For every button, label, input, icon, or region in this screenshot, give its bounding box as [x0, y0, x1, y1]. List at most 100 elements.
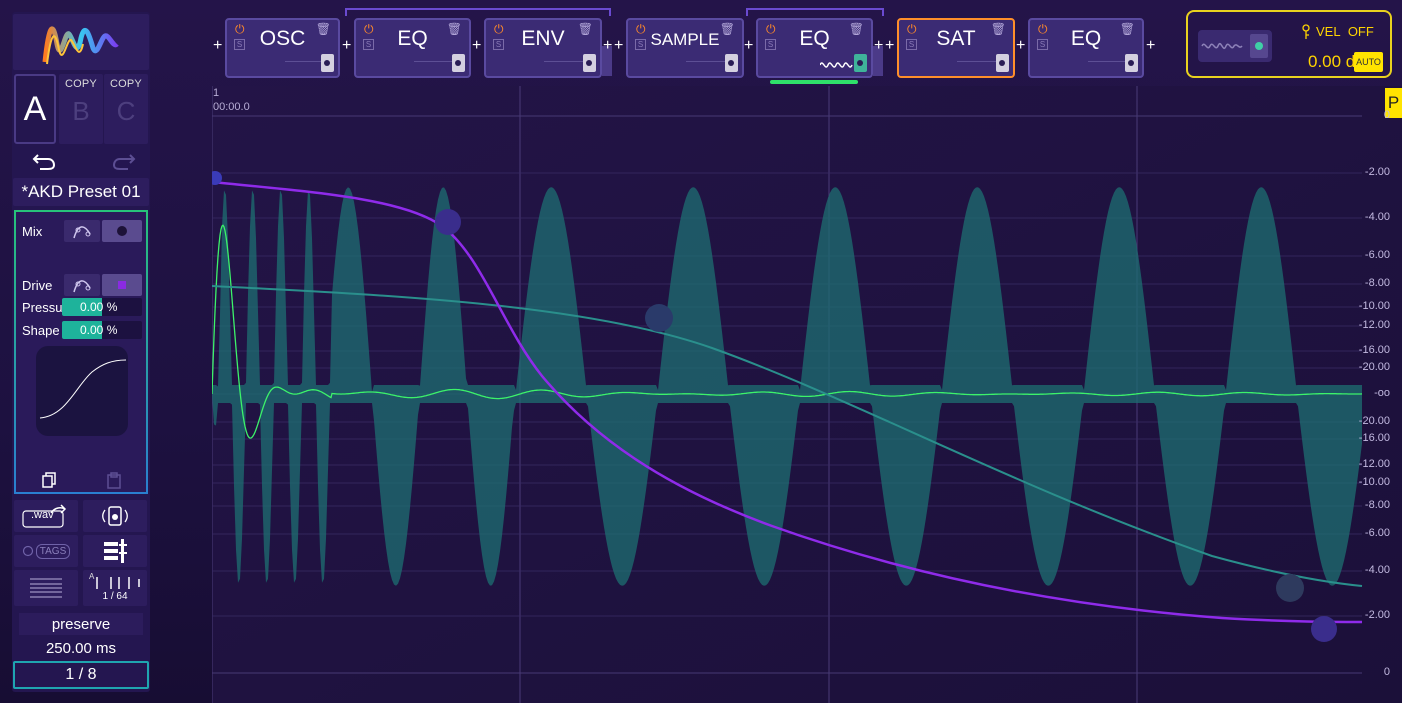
tags-label: TAGS — [35, 543, 71, 559]
waveform-icon — [820, 62, 853, 68]
modulation-curve-icon — [73, 280, 91, 293]
y-axis-tick-label: -12.00 — [1358, 458, 1390, 470]
preset-name[interactable]: *AKD Preset 01 — [13, 178, 149, 206]
mix-toggle[interactable] — [102, 220, 142, 242]
pressure-slider[interactable]: 0.00 % — [62, 298, 142, 316]
module-knob[interactable] — [583, 54, 596, 72]
add-module-button[interactable]: + — [603, 37, 612, 55]
grid-small-label: A — [89, 572, 95, 581]
drive-label: Drive — [22, 278, 53, 293]
module-knob[interactable] — [996, 54, 1009, 72]
grid-resolution-icon — [96, 576, 140, 589]
copy-icon — [41, 472, 56, 488]
module-osc[interactable]: ⏻ S OSC 🗑 — [225, 18, 340, 78]
add-module-button[interactable]: + — [213, 37, 222, 55]
y-axis-tick-label: -16.00 — [1358, 344, 1390, 356]
auto-gain-button[interactable]: AUTO — [1354, 52, 1383, 72]
page-selector[interactable]: 1 / 8 — [13, 661, 149, 689]
trash-icon[interactable]: 🗑 — [720, 22, 735, 36]
add-module-button[interactable]: + — [874, 37, 883, 55]
copy-b-label[interactable]: COPY — [65, 78, 97, 90]
shape-value: 0.00 % — [80, 323, 118, 337]
y-axis-tick-label: -4.00 — [1364, 211, 1390, 223]
plugin-window: A COPY B COPY C *AKD Preset 01 Mix Drive… — [0, 0, 1402, 703]
velocity-waveform-toggle[interactable] — [1198, 30, 1272, 62]
envelope-handle[interactable] — [1276, 574, 1304, 602]
grid-resolution-value: 1 / 64 — [102, 590, 128, 602]
trash-icon[interactable]: 🗑 — [849, 22, 864, 36]
drive-modulation-button[interactable] — [64, 274, 100, 296]
trash-icon[interactable]: 🗑 — [447, 22, 462, 36]
duration-value[interactable]: 250.00 ms — [19, 638, 143, 658]
grid-lines-icon — [30, 578, 62, 598]
envelope-handle[interactable] — [645, 304, 673, 332]
add-module-button[interactable]: + — [342, 37, 351, 55]
add-module-button[interactable]: + — [885, 37, 894, 55]
active-module-indicator — [770, 80, 858, 84]
module-eq-2[interactable]: ⏻ S EQ 🗑 — [756, 18, 873, 78]
radio-icon — [22, 545, 33, 557]
tags-button[interactable]: TAGS — [14, 535, 78, 567]
slot-c-label: C — [116, 96, 136, 126]
shape-curve-display[interactable] — [36, 346, 128, 436]
redo-icon — [112, 154, 136, 170]
module-eq-1[interactable]: ⏻ S EQ 🗑 — [354, 18, 471, 78]
copy-settings-button[interactable] — [16, 468, 81, 492]
slot-c-button[interactable]: COPY C — [104, 74, 148, 144]
module-eq-3[interactable]: ⏻ S EQ 🗑 — [1028, 18, 1144, 78]
y-axis-tick-label: -10.00 — [1358, 476, 1390, 488]
export-wav-label: .wav — [31, 509, 54, 521]
time-index: 1 — [213, 87, 220, 99]
trash-icon[interactable]: 🗑 — [1120, 22, 1135, 36]
drive-toggle-dot — [118, 281, 126, 289]
sequencer-button[interactable] — [83, 535, 147, 567]
grid-lines-button[interactable] — [14, 570, 78, 606]
add-module-button[interactable]: + — [1016, 37, 1025, 55]
y-axis-tick-label: -2.00 — [1364, 609, 1390, 621]
logo — [13, 14, 149, 70]
module-knob[interactable] — [452, 54, 465, 72]
module-knob[interactable] — [725, 54, 738, 72]
add-module-button[interactable]: + — [1146, 37, 1155, 55]
shape-slider[interactable]: 0.00 % — [62, 321, 142, 339]
velocity-label[interactable]: VEL OFF — [1316, 24, 1374, 39]
time-position: 00:00.0 — [213, 101, 250, 113]
waveform-editor[interactable] — [212, 86, 1402, 703]
add-module-button[interactable]: + — [614, 37, 623, 55]
pressure-value: 0.00 % — [80, 300, 118, 314]
y-axis-tick-label: -6.00 — [1364, 527, 1390, 539]
logo-icon — [42, 26, 119, 65]
key-icon — [1302, 24, 1310, 39]
slot-a-button[interactable]: A — [14, 74, 56, 144]
module-knob[interactable] — [1125, 54, 1138, 72]
preview-audio-button[interactable] — [83, 500, 147, 532]
module-knob[interactable] — [321, 54, 334, 72]
slot-b-button[interactable]: COPY B — [59, 74, 103, 144]
mix-toggle-dot — [117, 226, 127, 236]
module-sat[interactable]: ⏻ S SAT 🗑 — [897, 18, 1015, 78]
sequencer-icon — [104, 539, 127, 563]
copy-c-label[interactable]: COPY — [110, 78, 142, 90]
add-module-button[interactable]: + — [472, 37, 481, 55]
slot-b-label: B — [72, 96, 90, 126]
y-axis-tick-label: -2.00 — [1364, 166, 1390, 178]
module-env[interactable]: ⏻ S ENV 🗑 — [484, 18, 602, 78]
y-axis-tick-label: 0 — [1383, 109, 1390, 121]
undo-button[interactable] — [23, 148, 67, 174]
mode-selector[interactable]: preserve — [19, 613, 143, 635]
trash-icon[interactable]: 🗑 — [578, 22, 593, 36]
group-bracket — [345, 8, 611, 16]
module-knob[interactable] — [854, 54, 867, 72]
trash-icon[interactable]: 🗑 — [991, 22, 1006, 36]
envelope-handle[interactable] — [435, 209, 461, 235]
drive-toggle[interactable] — [102, 274, 142, 296]
pressure-label: Pressu — [22, 300, 63, 315]
add-module-button[interactable]: + — [744, 37, 753, 55]
paste-settings-button[interactable] — [81, 468, 146, 492]
group-bracket — [746, 8, 884, 16]
module-sample[interactable]: ⏻ S SAMPLE 🗑 — [626, 18, 744, 78]
redo-button[interactable] — [101, 148, 145, 174]
envelope-handle[interactable] — [1311, 616, 1337, 642]
mix-modulation-button[interactable] — [64, 220, 100, 242]
trash-icon[interactable]: 🗑 — [316, 22, 331, 36]
